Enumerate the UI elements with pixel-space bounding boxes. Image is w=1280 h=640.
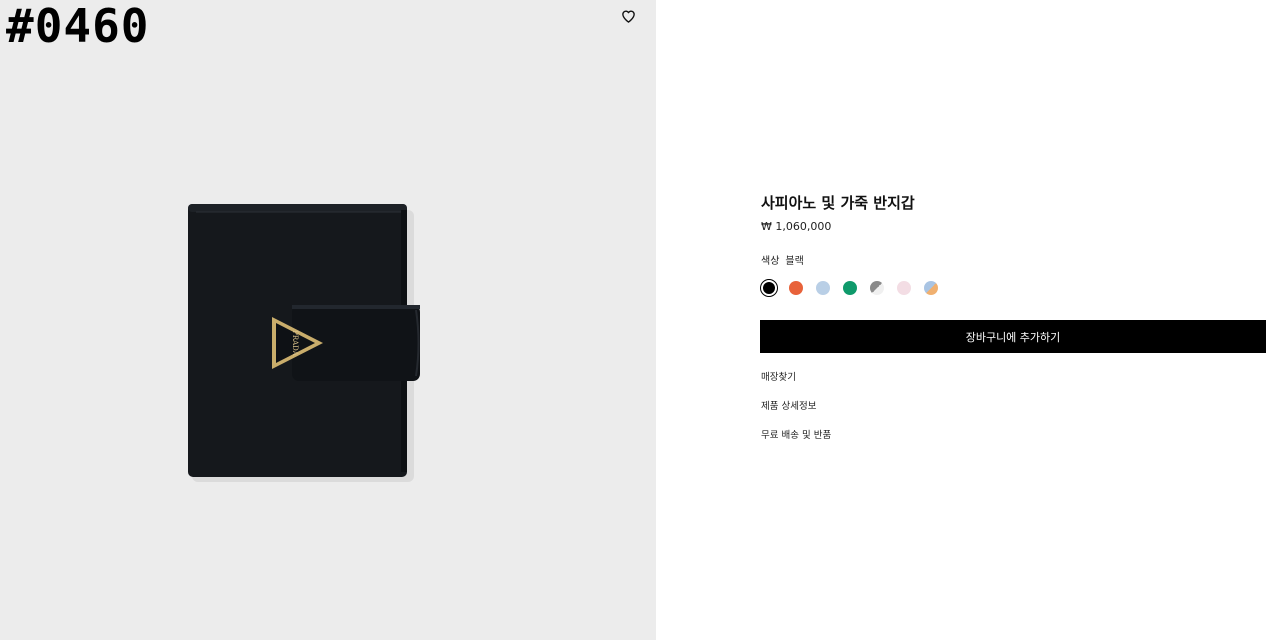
find-store-link[interactable]: 매장찾기	[761, 369, 796, 383]
color-selection-label: 색상 블랙	[761, 252, 804, 267]
product-title: 사피아노 및 가죽 반지갑	[761, 194, 915, 212]
product-page: PRADA #0460 사피아노 및 가죽 반지갑 ₩ 1,060,000 색상…	[0, 0, 1280, 640]
product-image-panel: PRADA #0460	[0, 0, 656, 640]
shipping-returns-link[interactable]: 무료 배송 및 반품	[761, 427, 831, 441]
color-label: 색상	[761, 256, 780, 267]
color-swatch-blue-orange[interactable]	[924, 281, 938, 295]
color-swatch-light-pink[interactable]	[897, 281, 911, 295]
color-swatch-list	[760, 279, 951, 297]
color-swatch-light-blue[interactable]	[816, 281, 830, 295]
color-swatch-green[interactable]	[843, 281, 857, 295]
add-to-cart-button[interactable]: 장바구니에 추가하기	[760, 320, 1266, 353]
heart-outline-icon	[621, 10, 635, 23]
wishlist-button[interactable]	[618, 6, 638, 26]
color-swatch-black[interactable]	[760, 279, 778, 297]
swatch-fill	[763, 282, 775, 294]
product-image: PRADA	[188, 204, 420, 482]
product-price: ₩ 1,060,000	[761, 220, 832, 233]
product-details-link[interactable]: 제품 상세정보	[761, 398, 816, 412]
svg-text:PRADA: PRADA	[291, 330, 299, 357]
selected-color-value: 블랙	[785, 256, 804, 267]
product-info-panel: 사피아노 및 가죽 반지갑 ₩ 1,060,000 색상 블랙 장바구니에 추가하…	[656, 0, 1280, 640]
overlay-index-label: #0460	[6, 0, 150, 53]
color-swatch-grey-white[interactable]	[870, 281, 884, 295]
color-swatch-orange[interactable]	[789, 281, 803, 295]
